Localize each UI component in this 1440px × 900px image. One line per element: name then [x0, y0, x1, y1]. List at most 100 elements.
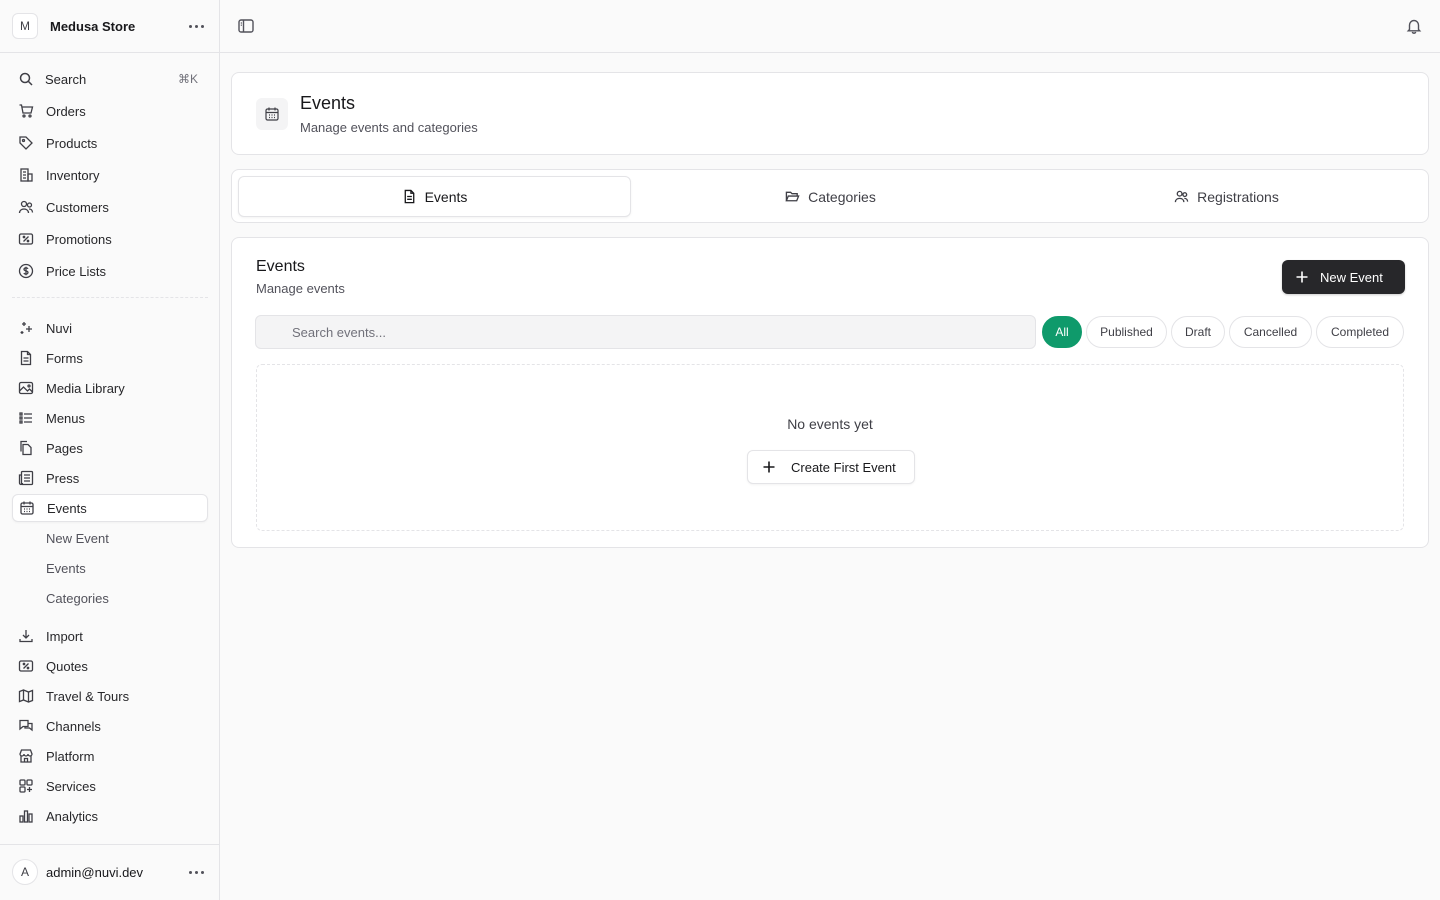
arrow-down-tray-icon: [18, 628, 34, 644]
filter-all[interactable]: All: [1042, 316, 1082, 348]
filter-completed[interactable]: Completed: [1316, 316, 1404, 348]
divider: [12, 297, 208, 298]
sidebar-item-label: Import: [46, 628, 83, 644]
search-icon: [18, 71, 34, 87]
store-switcher[interactable]: M Medusa Store: [12, 13, 208, 39]
sidebar-item-label: Platform: [46, 748, 95, 764]
sidebar-item-label: Quotes: [46, 658, 88, 674]
plus-icon: [1296, 271, 1308, 283]
tab-categories[interactable]: Categories: [634, 176, 1027, 217]
avatar: A: [12, 859, 38, 885]
sidebar-item-label: Inventory: [46, 167, 100, 183]
divider: [0, 52, 219, 53]
user-more-icon[interactable]: [185, 867, 208, 878]
sidebar: M Medusa Store Search ⌘K Orders Products…: [0, 0, 220, 900]
chat-bubbles-icon: [18, 718, 34, 734]
store-name: Medusa Store: [50, 18, 136, 34]
map-icon: [18, 688, 34, 704]
sidebar-item-menus[interactable]: Menus: [12, 404, 208, 432]
sidebar-item-events[interactable]: Events: [12, 494, 208, 522]
users-icon: [18, 199, 34, 215]
sparkles-icon: [18, 320, 34, 336]
building-storefront-icon: [18, 748, 34, 764]
sidebar-search-label: Search: [45, 71, 87, 87]
sidebar-item-customers[interactable]: Customers: [12, 193, 208, 221]
calendar-icon: [19, 500, 35, 516]
cart-icon: [18, 103, 34, 119]
sidebar-item-promotions[interactable]: Promotions: [12, 225, 208, 253]
store-avatar: M: [12, 13, 38, 39]
section-title: Events: [256, 258, 305, 275]
tab-label: Events: [424, 188, 468, 205]
sidebar-item-pages[interactable]: Pages: [12, 434, 208, 462]
sidebar-item-label: Promotions: [46, 231, 112, 247]
sidebar-item-price-lists[interactable]: Price Lists: [12, 257, 208, 285]
sidebar-item-press[interactable]: Press: [12, 464, 208, 492]
tab-label: Categories: [808, 188, 876, 205]
sidebar-subitem-categories[interactable]: Categories: [46, 586, 109, 610]
divider: [0, 844, 219, 845]
receipt-percent-icon: [18, 231, 34, 247]
sidebar-item-nuvi[interactable]: Nuvi: [12, 314, 208, 342]
sidebar-item-quotes[interactable]: Quotes: [12, 652, 208, 680]
store-more-icon[interactable]: [185, 21, 208, 32]
sidebar-item-label: Nuvi: [46, 320, 73, 336]
sidebar-item-label: Menus: [46, 410, 86, 426]
filter-published[interactable]: Published: [1086, 316, 1167, 348]
tab-registrations[interactable]: Registrations: [1030, 176, 1423, 217]
photo-icon: [18, 380, 34, 396]
sidebar-subitem-events[interactable]: Events: [46, 556, 86, 580]
receipt-percent-icon: [18, 658, 34, 674]
list-bullet-icon: [18, 410, 34, 426]
folder-open-icon: [785, 191, 800, 202]
sidebar-item-channels[interactable]: Channels: [12, 712, 208, 740]
notifications-bell-icon[interactable]: [1405, 17, 1423, 35]
sidebar-item-media-library[interactable]: Media Library: [12, 374, 208, 402]
sidebar-item-label: Pages: [46, 440, 83, 456]
create-first-event-button[interactable]: Create First Event: [747, 450, 915, 484]
topbar: [220, 0, 1440, 53]
sidebar-toggle-icon[interactable]: [237, 17, 255, 35]
user-menu[interactable]: A admin@nuvi.dev: [12, 859, 208, 885]
sidebar-item-travel-tours[interactable]: Travel & Tours: [12, 682, 208, 710]
sidebar-item-products[interactable]: Products: [12, 129, 208, 157]
sidebar-item-inventory[interactable]: Inventory: [12, 161, 208, 189]
sidebar-item-label: Analytics: [46, 808, 99, 824]
sidebar-item-analytics[interactable]: Analytics: [12, 802, 208, 830]
sidebar-item-label: Media Library: [46, 380, 125, 396]
documents-icon: [18, 440, 34, 456]
squares-plus-icon: [18, 778, 34, 794]
sidebar-subitem-new-event[interactable]: New Event: [46, 526, 109, 550]
sidebar-item-label: Customers: [46, 199, 109, 215]
events-list-card: Events Manage events New Event All Publi…: [231, 237, 1429, 548]
empty-state-text: No events yet: [787, 416, 873, 432]
document-icon: [404, 189, 414, 204]
sidebar-search[interactable]: Search ⌘K: [12, 65, 208, 93]
users-icon: [1174, 190, 1189, 203]
filter-cancelled[interactable]: Cancelled: [1229, 316, 1312, 348]
sidebar-item-label: Travel & Tours: [46, 688, 130, 704]
sidebar-item-label: Channels: [46, 718, 101, 734]
sidebar-item-forms[interactable]: Forms: [12, 344, 208, 372]
sidebar-item-platform[interactable]: Platform: [12, 742, 208, 770]
filter-draft[interactable]: Draft: [1171, 316, 1225, 348]
sidebar-item-services[interactable]: Services: [12, 772, 208, 800]
plus-icon: [763, 461, 775, 473]
sidebar-item-label: Forms: [46, 350, 83, 366]
sidebar-item-label: Price Lists: [46, 263, 106, 279]
create-first-event-label: Create First Event: [791, 459, 896, 475]
search-shortcut: ⌘K: [177, 72, 198, 86]
sidebar-item-import[interactable]: Import: [12, 622, 208, 650]
tab-label: Registrations: [1197, 188, 1279, 205]
section-subtitle: Manage events: [256, 281, 345, 296]
sidebar-item-orders[interactable]: Orders: [12, 97, 208, 125]
chart-bar-icon: [18, 808, 34, 824]
sidebar-item-label: Services: [46, 778, 96, 794]
sidebar-item-label: Events: [47, 500, 87, 516]
new-event-button[interactable]: New Event: [1282, 260, 1405, 294]
page-title: Events: [300, 93, 356, 113]
sidebar-item-label: Press: [46, 470, 80, 486]
search-input[interactable]: [256, 316, 1035, 348]
tab-events[interactable]: Events: [238, 176, 631, 217]
document-icon: [18, 350, 34, 366]
